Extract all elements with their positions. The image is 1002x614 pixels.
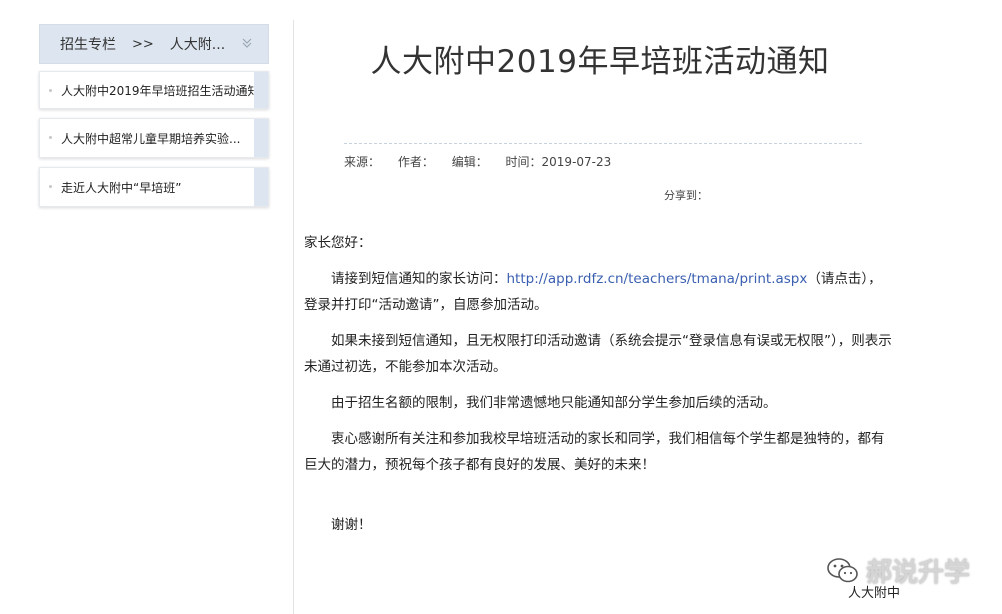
paragraph-1-text: 请接到短信通知的家长访问： (331, 271, 507, 287)
sidebar-item-about-class[interactable]: 走近人大附中“早培班” (39, 167, 269, 207)
sidebar-item-gifted-experiment[interactable]: 人大附中超常儿童早期培养实验... (39, 118, 269, 158)
sidebar-item-enrollment-notice[interactable]: 人大附中2019年早培班招生活动通知 (39, 71, 269, 109)
signature: 人大附中 (848, 586, 901, 601)
breadcrumb-current: 人大附... (169, 37, 226, 53)
sidebar-item-tab (254, 119, 268, 157)
sidebar-item-tab (254, 72, 268, 108)
breadcrumb-root[interactable]: 招生专栏 (60, 34, 116, 54)
paragraph-2: 如果未接到短信通知，且无权限打印活动邀请（系统会提示“登录信息有误或无权限”），… (304, 333, 892, 375)
divider (293, 20, 294, 614)
sidebar-item-tab (254, 168, 268, 206)
print-link[interactable]: http://app.rdfz.cn/teachers/tmana/print.… (507, 271, 808, 287)
share-label[interactable]: 分享到： (664, 187, 708, 203)
bullet-icon (49, 185, 52, 188)
breadcrumb[interactable]: 招生专栏 >> 人大附... (39, 24, 269, 64)
paragraph-3: 由于招生名额的限制，我们非常遗憾地只能通知部分学生参加后续的活动。 (331, 395, 777, 411)
sidebar-item-label: 人大附中超常儿童早期培养实验... (61, 131, 241, 146)
sidebar: 招生专栏 >> 人大附... 人大附中2019年早培班招生活动通知 人大附中超常… (39, 24, 269, 207)
chevron-down-icon[interactable] (240, 36, 254, 50)
sidebar-item-label: 人大附中2019年早培班招生活动通知 (61, 83, 260, 98)
closing-thanks: 谢谢！ (331, 517, 372, 533)
meta-time: 时间：2019-07-23 (505, 155, 612, 169)
sidebar-item-label: 走近人大附中“早培班” (61, 180, 182, 195)
wechat-icon (827, 557, 858, 582)
article-body: 家长您好： 请接到短信通知的家长访问：http://app.rdfz.cn/te… (304, 230, 894, 488)
dashed-divider (344, 143, 862, 144)
bullet-icon (49, 136, 52, 139)
paragraph-1: 请接到短信通知的家长访问：http://app.rdfz.cn/teachers… (304, 266, 894, 318)
article-meta: 来源： 作者： 编辑： 时间：2019-07-23 (344, 153, 625, 170)
breadcrumb-separator: >> (132, 36, 154, 52)
greeting: 家长您好： (304, 235, 372, 251)
page-title: 人大附中2019年早培班活动通知 (370, 44, 830, 80)
bullet-icon (49, 89, 52, 92)
meta-author: 作者： (397, 155, 434, 169)
paragraph-4: 衷心感谢所有关注和参加我校早培班活动的家长和同学，我们相信每个学生都是独特的，都… (304, 431, 885, 473)
meta-editor: 编辑： (451, 155, 488, 169)
meta-source: 来源： (344, 155, 381, 169)
